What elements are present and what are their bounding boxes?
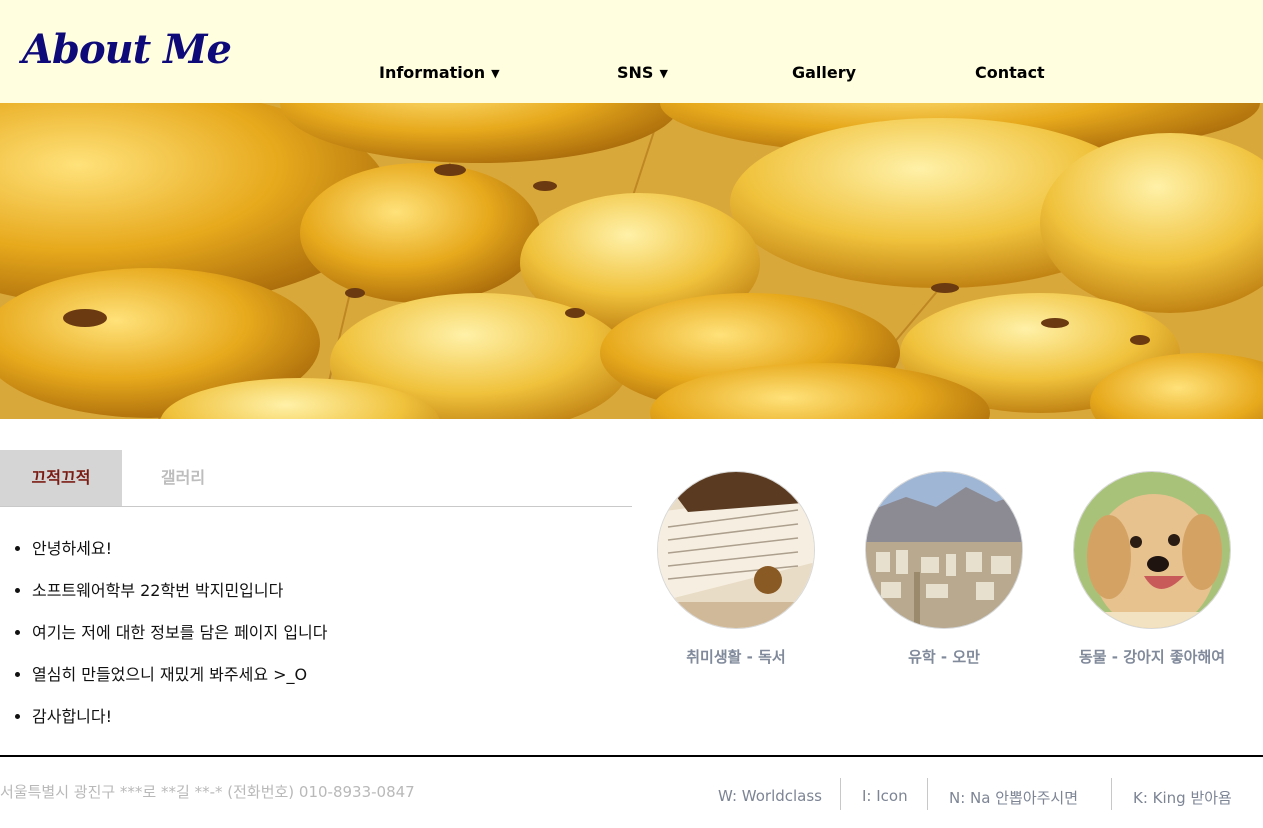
hero-banner-image [0, 103, 1263, 419]
gallery-caption: 유학 - 오만 [908, 648, 980, 666]
gallery-card-reading[interactable]: 취미생활 - 독서 [656, 471, 816, 667]
list-item: 열심히 만들었으니 재밌게 봐주세요 >_O [32, 659, 327, 701]
open-book-photo [657, 471, 815, 629]
intro-list: 안녕하세요! 소프트웨어학부 22학번 박지민입니다 여기는 저에 대한 정보를… [32, 533, 327, 743]
footer-link-worldclass[interactable]: W: Worldclass [718, 787, 822, 805]
gallery-caption: 취미생활 - 독서 [686, 648, 786, 666]
list-item: 소프트웨어학부 22학번 박지민입니다 [32, 575, 327, 617]
tab-gallery[interactable]: 갤러리 [122, 450, 244, 506]
gallery-caption: 동물 - 강아지 좋아해여 [1078, 648, 1226, 666]
footer-link-na[interactable]: N: Na 안뽑아주시면 [949, 787, 1078, 808]
nav-contact[interactable]: Contact [975, 63, 1045, 82]
list-item: 안녕하세요! [32, 533, 327, 575]
footer-separator [927, 778, 928, 810]
footer-divider [0, 755, 1263, 757]
gallery-card-animals[interactable]: 동물 - 강아지 좋아해여 [1072, 471, 1232, 667]
footer-separator [840, 778, 841, 810]
footer-address: 서울특별시 광진구 ***로 **길 **-* (전화번호) 010-8933-… [0, 783, 415, 801]
nav-gallery[interactable]: Gallery [792, 63, 856, 82]
footer-link-king[interactable]: K: King 받아욤 [1133, 787, 1232, 808]
header: About Me Information ▼ SNS ▼ Gallery Conta… [0, 0, 1263, 103]
puppy-photo [1073, 471, 1231, 629]
footer-link-icon[interactable]: I: Icon [862, 787, 908, 805]
site-logo[interactable]: About Me [22, 26, 232, 73]
tab-notes[interactable]: 끄적끄적 [0, 450, 122, 506]
nav-sns-label: SNS [617, 63, 654, 82]
dropdown-caret-icon: ▼ [659, 67, 668, 80]
nav-information-label: Information [379, 63, 486, 82]
city-mountains-photo [865, 471, 1023, 629]
yellow-balloons-illustration [0, 103, 1263, 419]
nav-sns[interactable]: SNS ▼ [617, 63, 668, 82]
list-item: 여기는 저에 대한 정보를 담은 페이지 입니다 [32, 617, 327, 659]
dropdown-caret-icon: ▼ [491, 67, 500, 80]
gallery-card-study-abroad[interactable]: 유학 - 오만 [864, 471, 1024, 667]
footer-separator [1111, 778, 1112, 810]
list-item: 감사합니다! [32, 701, 327, 743]
nav-information[interactable]: Information ▼ [379, 63, 500, 82]
content-tabs: 끄적끄적 갤러리 [0, 450, 632, 507]
